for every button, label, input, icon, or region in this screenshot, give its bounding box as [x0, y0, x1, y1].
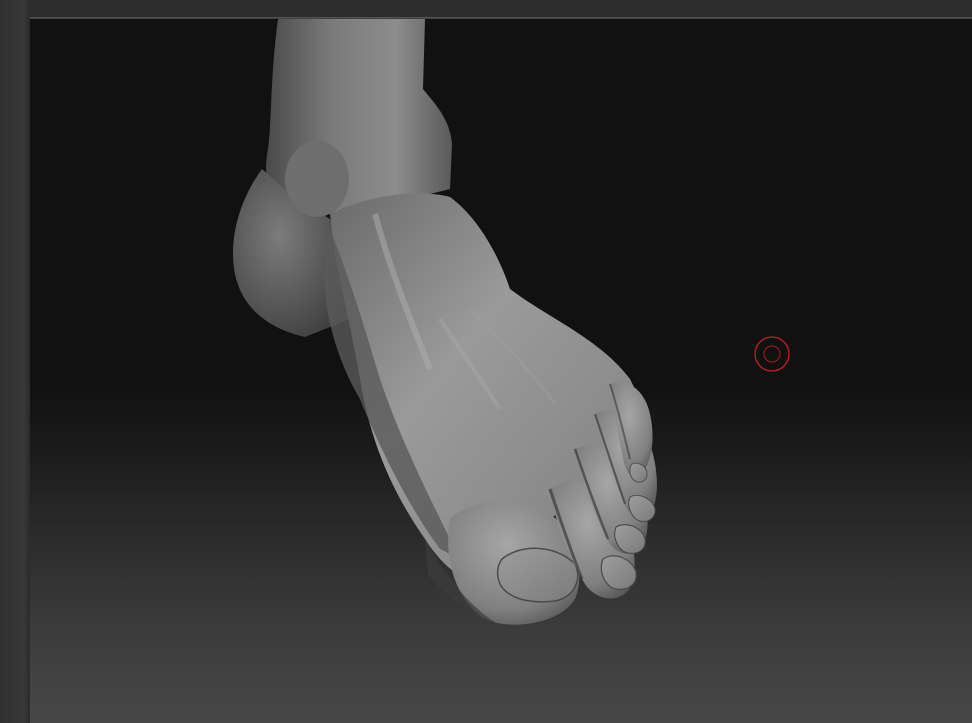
sculpt-app-window	[0, 0, 972, 723]
brush-ring-icon[interactable]	[754, 336, 790, 372]
big-toe-nail-shape	[496, 547, 579, 603]
sculpted-foot-model[interactable]	[30, 19, 972, 723]
left-shelf	[0, 0, 30, 723]
canvas-viewport[interactable]	[30, 19, 972, 723]
top-toolbar	[0, 0, 972, 18]
